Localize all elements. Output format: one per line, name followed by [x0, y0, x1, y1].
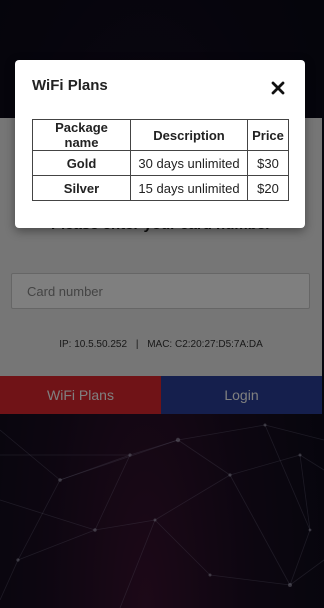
close-icon	[271, 81, 285, 95]
package-price: $20	[247, 175, 289, 201]
column-header-price: Price	[247, 119, 289, 151]
package-name: Silver	[32, 175, 131, 201]
table-row: Gold 30 days unlimited $30	[32, 150, 289, 176]
column-header-package: Package name	[32, 119, 131, 151]
wifi-plans-modal: WiFi Plans Package name Description Pric…	[15, 60, 305, 228]
modal-title: WiFi Plans	[32, 77, 108, 94]
package-description: 30 days unlimited	[130, 150, 248, 176]
table-row: Silver 15 days unlimited $20	[32, 175, 289, 201]
close-button[interactable]	[271, 79, 289, 97]
table-header-row: Package name Description Price	[32, 119, 289, 151]
package-price: $30	[247, 150, 289, 176]
column-header-description: Description	[130, 119, 248, 151]
package-name: Gold	[32, 150, 131, 176]
plans-table: Package name Description Price Gold 30 d…	[32, 119, 289, 201]
package-description: 15 days unlimited	[130, 175, 248, 201]
